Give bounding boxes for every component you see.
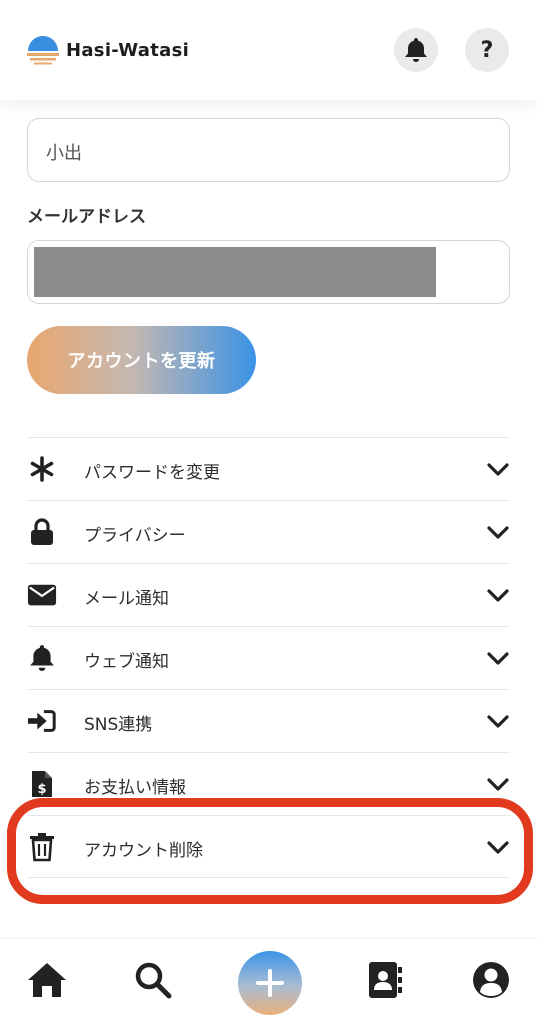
chevron-down-icon [487, 589, 509, 602]
svg-text:$: $ [37, 782, 46, 797]
name-field[interactable]: 小出 [27, 118, 510, 182]
envelope-icon [27, 580, 57, 610]
settings-item-label: メール通知 [84, 589, 169, 609]
notifications-button[interactable] [394, 28, 438, 72]
settings-item-sns-link[interactable]: SNS連携 [27, 689, 510, 752]
settings-item-label: パスワードを変更 [84, 463, 220, 483]
chevron-down-icon [487, 652, 509, 665]
bell-icon [27, 643, 57, 673]
bottom-nav [0, 938, 537, 1024]
lock-icon [27, 517, 57, 547]
help-button[interactable]: ? [465, 28, 509, 72]
email-field[interactable] [27, 240, 510, 304]
settings-item-change-password[interactable]: パスワードを変更 [27, 437, 510, 500]
search-icon [135, 962, 172, 999]
email-redaction [34, 247, 436, 297]
user-circle-icon [473, 962, 509, 998]
chevron-down-icon [487, 526, 509, 539]
sign-in-icon [27, 706, 57, 736]
settings-item-privacy[interactable]: プライバシー [27, 500, 510, 563]
name-field-value: 小出 [46, 143, 82, 164]
address-book-icon [369, 962, 402, 998]
nav-search-button[interactable] [130, 957, 176, 1003]
email-label: メールアドレス [27, 207, 146, 227]
asterisk-icon [27, 454, 57, 484]
plus-icon [256, 969, 284, 997]
app-logo[interactable]: Hasi-Watasi [26, 34, 189, 66]
invoice-dollar-icon: $ [27, 769, 57, 799]
settings-item-label: SNS連携 [84, 715, 153, 735]
bell-icon [405, 38, 427, 62]
settings-item-label: ウェブ通知 [84, 652, 169, 672]
home-icon [28, 963, 66, 997]
settings-item-label: プライバシー [84, 526, 186, 546]
settings-item-web-notifications[interactable]: ウェブ通知 [27, 626, 510, 689]
app-name: Hasi-Watasi [66, 39, 190, 61]
nav-add-button[interactable] [238, 951, 302, 1015]
settings-item-email-notifications[interactable]: メール通知 [27, 563, 510, 626]
update-account-button[interactable]: アカウントを更新 [27, 326, 256, 394]
highlight-annotation [7, 798, 533, 904]
nav-home-button[interactable] [24, 957, 70, 1003]
nav-profile-button[interactable] [468, 957, 514, 1003]
logo-icon [27, 36, 59, 65]
chevron-down-icon [487, 463, 509, 476]
app-header: Hasi-Watasi ? [0, 0, 537, 100]
chevron-down-icon [487, 778, 509, 791]
nav-contacts-button[interactable] [362, 957, 408, 1003]
settings-item-label: お支払い情報 [84, 778, 186, 798]
chevron-down-icon [487, 715, 509, 728]
